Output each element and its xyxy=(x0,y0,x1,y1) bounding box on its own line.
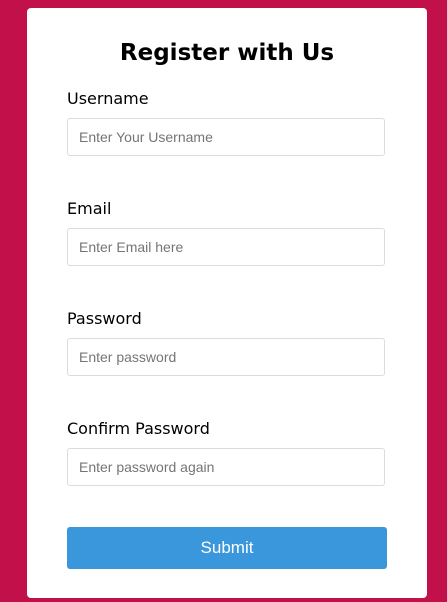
confirm-password-label: Confirm Password xyxy=(67,419,210,438)
username-input[interactable] xyxy=(67,118,385,156)
confirm-password-input[interactable] xyxy=(67,448,385,486)
email-input[interactable] xyxy=(67,228,385,266)
submit-button[interactable]: Submit xyxy=(67,527,387,569)
password-input[interactable] xyxy=(67,338,385,376)
password-label: Password xyxy=(67,309,142,328)
username-label: Username xyxy=(67,89,149,108)
register-card: Register with Us Username Email Password… xyxy=(27,8,427,598)
email-label: Email xyxy=(67,199,112,218)
form-title: Register with Us xyxy=(119,40,335,66)
